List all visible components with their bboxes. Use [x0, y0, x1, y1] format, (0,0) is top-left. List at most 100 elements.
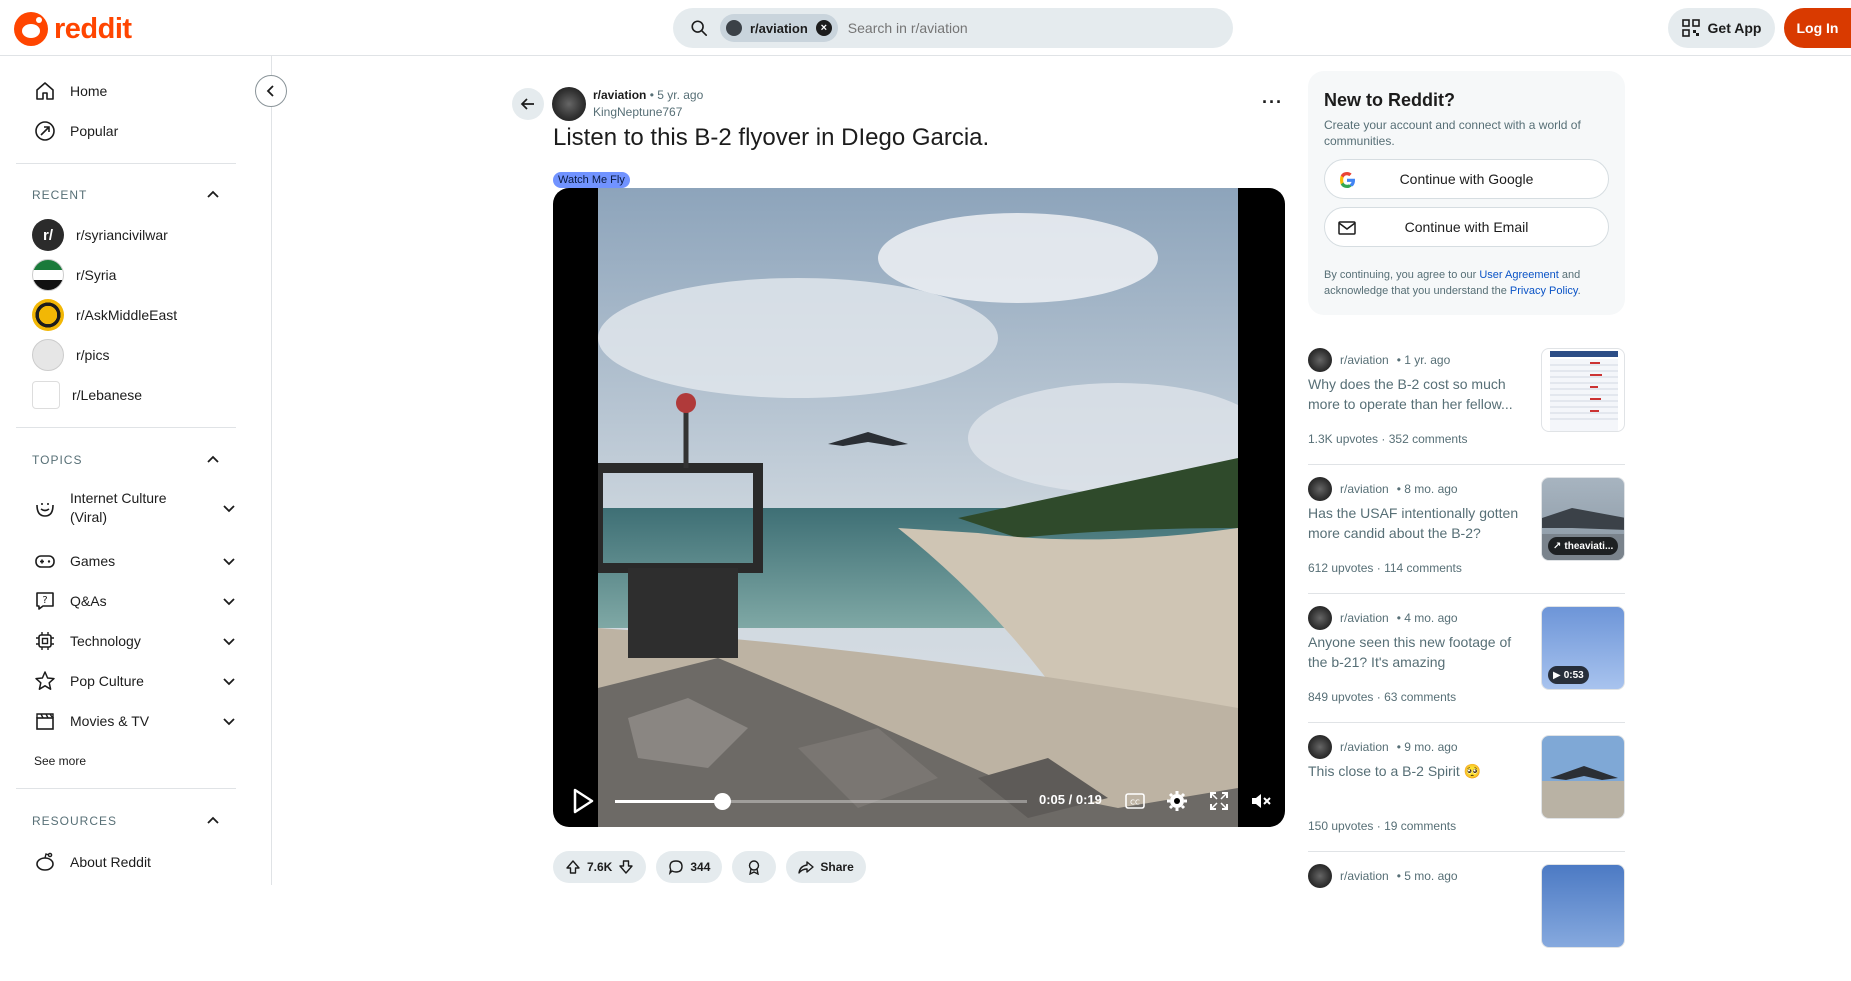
share-button[interactable]: Share	[786, 851, 866, 883]
progress-thumb[interactable]	[714, 793, 732, 810]
search-bar[interactable]: r/aviation ×	[673, 8, 1233, 48]
comments-button[interactable]: 344	[656, 851, 723, 883]
reddit-logo[interactable]: reddit	[14, 12, 132, 46]
related-age: • 4 mo. ago	[1396, 611, 1458, 625]
play-icon[interactable]	[571, 788, 595, 814]
search-icon	[691, 20, 708, 37]
related-post[interactable]: r/aviation • 5 mo. ago	[1308, 852, 1625, 981]
sidebar-item-recent[interactable]: r/AskMiddleEast	[16, 295, 236, 335]
sidebar-topic-games[interactable]: Games	[16, 541, 236, 581]
email-button-label: Continue with Email	[1404, 219, 1529, 235]
sidebar-item-label: r/syriancivilwar	[76, 227, 168, 243]
user-agreement-link[interactable]: User Agreement	[1479, 269, 1558, 281]
sidebar-item-recent[interactable]: r/pics	[16, 335, 236, 375]
sidebar-topic-technology[interactable]: Technology	[16, 621, 236, 661]
sidebar-item-label: Q&As	[70, 593, 107, 609]
google-button-label: Continue with Google	[1399, 171, 1534, 187]
related-subreddit[interactable]: r/aviation	[1340, 353, 1389, 367]
privacy-policy-link[interactable]: Privacy Policy	[1510, 285, 1578, 297]
sidebar-topic-movies-tv[interactable]: Movies & TV	[16, 701, 236, 741]
see-more-link[interactable]: See more	[34, 754, 86, 768]
search-scope-chip[interactable]: r/aviation ×	[720, 14, 838, 42]
upvote-icon[interactable]	[565, 859, 581, 875]
signup-legal-text: By continuing, you agree to our User Agr…	[1324, 267, 1614, 299]
related-post-title[interactable]: Has the USAF intentionally gotten more c…	[1308, 503, 1533, 543]
topics-section-header[interactable]: TOPICS	[32, 453, 220, 467]
sidebar-item-label: Movies & TV	[70, 713, 150, 729]
section-heading: TOPICS	[32, 453, 83, 467]
gear-icon[interactable]	[1165, 789, 1189, 813]
related-post[interactable]: r/aviation • 8 mo. ago Has the USAF inte…	[1308, 465, 1625, 594]
chevron-up-icon	[207, 816, 219, 824]
continue-with-email-button[interactable]: Continue with Email	[1324, 207, 1609, 247]
collapse-sidebar-button[interactable]	[255, 75, 287, 107]
top-header: reddit r/aviation × Get App Log In	[0, 0, 1851, 56]
related-subreddit[interactable]: r/aviation	[1340, 611, 1389, 625]
recent-section-header[interactable]: RECENT	[32, 188, 220, 202]
sidebar-item-label: Pop Culture	[70, 673, 144, 689]
b2-thumbnail-image	[1550, 766, 1618, 780]
get-app-button[interactable]: Get App	[1668, 8, 1775, 48]
related-subreddit[interactable]: r/aviation	[1340, 740, 1389, 754]
comment-count: 63 comments	[1384, 690, 1457, 704]
subreddit-link[interactable]: r/aviation	[593, 88, 646, 102]
related-post-title[interactable]: Anyone seen this new footage of the b-21…	[1308, 632, 1533, 672]
search-input[interactable]	[847, 20, 1208, 36]
award-icon	[749, 860, 760, 875]
star-icon	[34, 670, 56, 692]
sidebar-item-recent[interactable]: r/ r/syriancivilwar	[16, 215, 236, 255]
post-title: Listen to this B-2 flyover in DIego Garc…	[553, 124, 990, 151]
mute-icon[interactable]	[1249, 789, 1273, 813]
award-button[interactable]	[732, 851, 777, 883]
related-post-thumbnail[interactable]: ↗ theaviati...	[1541, 477, 1625, 561]
related-post-title[interactable]: This close to a B-2 Spirit 🥺	[1308, 761, 1533, 781]
sidebar-topic-internet-culture[interactable]: Internet Culture (Viral)	[16, 480, 236, 536]
sidebar-item-home[interactable]: Home	[16, 71, 236, 111]
subreddit-avatar	[1308, 477, 1332, 501]
get-app-label: Get App	[1707, 20, 1762, 36]
sidebar-item-about-reddit[interactable]: About Reddit	[16, 842, 236, 882]
related-post-thumbnail[interactable]	[1541, 864, 1625, 948]
continue-with-google-button[interactable]: Continue with Google	[1324, 159, 1609, 199]
related-subreddit[interactable]: r/aviation	[1340, 869, 1389, 883]
video-progress-bar[interactable]	[615, 793, 1027, 810]
video-player[interactable]: 0:05 / 0:19 CC	[553, 188, 1285, 827]
sidebar-item-recent[interactable]: r/Syria	[16, 255, 236, 295]
post-flair[interactable]: Watch Me Fly	[553, 172, 630, 188]
login-button[interactable]: Log In	[1784, 8, 1851, 48]
related-post-thumbnail[interactable]	[1541, 735, 1625, 819]
related-post-thumbnail[interactable]	[1541, 348, 1625, 432]
sidebar-topic-qas[interactable]: ? Q&As	[16, 581, 236, 621]
related-age: • 1 yr. ago	[1396, 353, 1451, 367]
resources-section-header[interactable]: RESOURCES	[32, 814, 220, 828]
downvote-icon[interactable]	[618, 859, 634, 875]
related-post-title[interactable]: Why does the B-2 cost so much more to op…	[1308, 374, 1533, 414]
more-options-icon[interactable]: ···	[1262, 92, 1283, 113]
video-duration: 0:53	[1563, 669, 1584, 681]
subreddit-avatar[interactable]	[552, 87, 586, 121]
sidebar-item-recent[interactable]: r/Lebanese	[16, 375, 236, 415]
vote-control: 7.6K	[553, 851, 647, 883]
sidebar-item-label: Games	[70, 553, 116, 569]
captions-icon[interactable]: CC	[1123, 789, 1147, 813]
comment-count: 352 comments	[1388, 432, 1468, 446]
fullscreen-icon[interactable]	[1207, 789, 1231, 813]
sidebar-item-popular[interactable]: Popular	[16, 111, 236, 151]
share-icon	[798, 861, 815, 874]
reddit-icon	[34, 851, 56, 873]
related-subreddit[interactable]: r/aviation	[1340, 482, 1389, 496]
back-button[interactable]	[512, 88, 544, 120]
popular-icon	[34, 120, 56, 142]
post-author[interactable]: KingNeptune767	[593, 105, 682, 119]
chevron-down-icon	[223, 718, 235, 726]
related-post-thumbnail[interactable]: ▶ 0:53	[1541, 606, 1625, 690]
related-post[interactable]: r/aviation • 4 mo. ago Anyone seen this …	[1308, 594, 1625, 723]
sidebar-topic-pop-culture[interactable]: Pop Culture	[16, 661, 236, 701]
close-icon[interactable]: ×	[815, 20, 832, 36]
related-post[interactable]: r/aviation • 1 yr. ago Why does the B-2 …	[1308, 336, 1625, 465]
related-post[interactable]: r/aviation • 9 mo. ago This close to a B…	[1308, 723, 1625, 852]
smile-icon	[34, 497, 56, 519]
reddit-snoo-icon	[14, 12, 48, 46]
related-post-meta: r/aviation • 1 yr. ago	[1308, 348, 1450, 372]
related-post-stats: 612 upvotes · 114 comments	[1308, 561, 1462, 575]
